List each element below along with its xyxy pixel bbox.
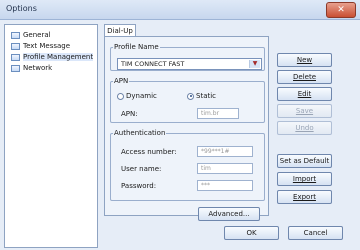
undo-button-label: Undo: [295, 124, 314, 132]
ok-button[interactable]: OK: [224, 226, 279, 240]
tree-item-label: Network: [23, 64, 53, 72]
cancel-button-label: Cancel: [303, 229, 328, 237]
options-window: Options ✕ General Text Message Profile M…: [0, 0, 360, 250]
apn-legend: APN: [114, 77, 129, 85]
profile-name-group: Profile Name TIM CONNECT FAST ▼: [110, 43, 265, 71]
delete-button[interactable]: Delete: [277, 70, 332, 84]
authentication-legend: Authentication: [114, 129, 166, 137]
folder-icon: [11, 31, 20, 39]
tree-item-general[interactable]: General: [11, 30, 51, 40]
cancel-button[interactable]: Cancel: [288, 226, 343, 240]
close-button[interactable]: ✕: [326, 2, 356, 18]
edit-button[interactable]: Edit: [277, 87, 332, 101]
edit-button-label: Edit: [297, 90, 312, 98]
folder-icon: [11, 42, 20, 50]
apn-static-radio[interactable]: Static: [187, 92, 216, 100]
chevron-down-icon[interactable]: ▼: [249, 60, 260, 68]
apn-static-label: Static: [196, 92, 217, 100]
tree-item-text-message[interactable]: Text Message: [11, 41, 70, 51]
radio-off-icon: [117, 92, 124, 100]
profile-select[interactable]: TIM CONNECT FAST ▼: [117, 58, 262, 70]
apn-dynamic-radio[interactable]: Dynamic: [117, 92, 157, 100]
settings-panel: Dial-Up Profile Name TIM CONNECT FAST ▼ …: [104, 24, 269, 221]
tree-item-profile-management[interactable]: Profile Management: [11, 52, 94, 62]
tree-item-label: Profile Management: [23, 53, 94, 61]
profile-name-legend: Profile Name: [114, 43, 159, 51]
import-button-label: Import: [292, 175, 317, 183]
tree-item-network[interactable]: Network: [11, 63, 52, 73]
tab-panel: Profile Name TIM CONNECT FAST ▼ APN Dyna…: [104, 36, 269, 221]
options-tree: General Text Message Profile Management …: [4, 24, 98, 248]
apn-input[interactable]: tim.br: [197, 108, 239, 119]
advanced-button[interactable]: Advanced...: [198, 207, 260, 221]
apn-group: APN Dynamic Static APN: tim.br: [110, 77, 265, 123]
undo-button[interactable]: Undo: [277, 121, 332, 135]
export-button[interactable]: Export: [277, 190, 332, 204]
folder-icon: [11, 64, 20, 72]
window-title: Options: [6, 4, 37, 13]
advanced-button-label: Advanced...: [208, 210, 250, 218]
radio-on-icon: [187, 92, 194, 100]
ok-button-label: OK: [246, 229, 257, 237]
save-button-label: Save: [295, 107, 314, 115]
title-bar[interactable]: Options ✕: [0, 0, 360, 20]
access-number-input[interactable]: *99***1#: [197, 146, 253, 157]
new-button-label: New: [296, 56, 313, 64]
set-default-button-label: Set as Default: [279, 157, 330, 165]
delete-button-label: Delete: [293, 73, 316, 81]
user-name-label: User name:: [121, 165, 162, 173]
import-button[interactable]: Import: [277, 172, 332, 186]
folder-icon: [11, 53, 20, 61]
set-default-button[interactable]: Set as Default: [277, 154, 332, 168]
password-label: Password:: [121, 182, 157, 190]
profile-select-value: TIM CONNECT FAST: [121, 60, 185, 68]
authentication-group: Authentication Access number: *99***1# U…: [110, 129, 265, 201]
tree-item-label: Text Message: [23, 42, 71, 50]
access-number-label: Access number:: [121, 148, 177, 156]
tree-item-label: General: [23, 31, 51, 39]
apn-label: APN:: [121, 110, 138, 118]
new-button[interactable]: New: [277, 53, 332, 67]
user-name-input[interactable]: tim: [197, 163, 253, 174]
password-input[interactable]: ***: [197, 180, 253, 191]
export-button-label: Export: [293, 193, 316, 201]
apn-dynamic-label: Dynamic: [126, 92, 157, 100]
save-button[interactable]: Save: [277, 104, 332, 118]
